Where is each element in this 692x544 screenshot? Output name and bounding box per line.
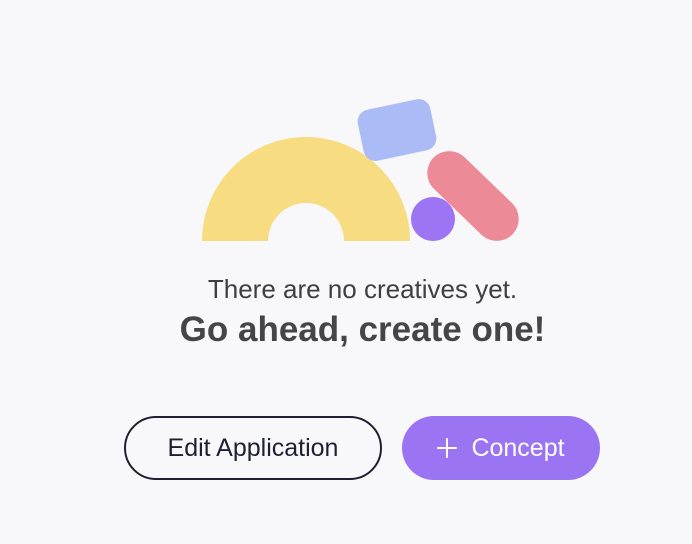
- plus-icon: [437, 438, 458, 458]
- add-concept-button[interactable]: Concept: [402, 416, 600, 480]
- empty-state-call-to-action: Go ahead, create one!: [179, 310, 546, 349]
- concept-label: Concept: [471, 433, 565, 462]
- edit-application-button[interactable]: Edit Application: [124, 416, 382, 480]
- purple-circle-shape: [411, 197, 455, 241]
- blue-diamond-shape: [357, 99, 437, 161]
- empty-state-message: There are no creatives yet.: [207, 274, 518, 304]
- empty-state-illustration: [202, 99, 519, 241]
- edit-application-label: Edit Application: [167, 433, 339, 462]
